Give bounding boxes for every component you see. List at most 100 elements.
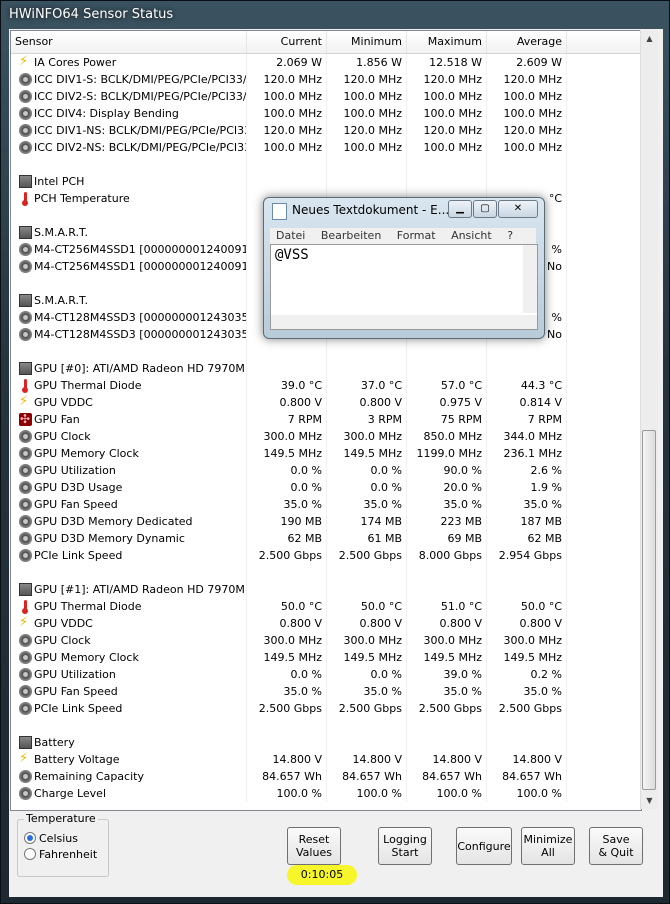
notepad-horizontal-scrollbar[interactable] [271,315,537,329]
sensor-name: Intel PCH [34,175,85,188]
current-value: 100.0 MHz [247,139,327,156]
table-row[interactable]: Battery [11,734,641,751]
sensor-name-cell [11,717,247,734]
current-value: 100.0 MHz [247,88,327,105]
sensor-name: Battery [34,736,75,749]
table-row[interactable]: ICC DIV1-S: BCLK/DMI/PEG/PCIe/PCI33/... 1… [11,71,641,88]
menu-ansicht[interactable]: Ansicht [451,229,492,242]
current-value: 120.0 MHz [247,122,327,139]
column-sensor[interactable]: Sensor [11,31,247,53]
logging-start-button[interactable]: Logging Start [378,827,432,865]
average-value: 300.0 MHz [487,632,567,649]
table-row[interactable]: Battery Voltage14.800 V14.800 V14.800 V1… [11,751,641,768]
sensor-name-cell: GPU Thermal Diode [11,377,247,394]
sensor-name-cell: GPU Thermal Diode [11,598,247,615]
disk-icon [19,787,32,800]
table-row[interactable]: GPU Memory Clock 149.5 MHz 149.5 MHz 149.5 … [11,649,641,666]
table-row[interactable]: GPU Thermal Diode 50.0 °C 50.0 °C 51.0 °C 50… [11,598,641,615]
table-row[interactable] [11,156,641,173]
table-row[interactable]: GPU Fan Speed 35.0 % 35.0 % 35.0 % 35.0 % [11,683,641,700]
table-row[interactable]: GPU Fan Speed 35.0 % 35.0 % 35.0 % 35.0 % [11,496,641,513]
average-value: 0.2 % [487,666,567,683]
table-row[interactable]: GPU Clock 300.0 MHz 300.0 MHz 300.0 MHz 300.… [11,632,641,649]
menu-help[interactable]: ? [507,229,513,242]
table-row[interactable] [11,717,641,734]
current-value: 35.0 % [247,496,327,513]
sensor-name-cell: ICC DIV2-NS: BCLK/DMI/PEG/PCIe/PCI33... [11,139,247,156]
minimum-value: 2.500 Gbps [327,700,407,717]
menu-datei[interactable]: Datei [276,229,305,242]
close-icon[interactable]: ✕ [498,200,538,218]
table-row[interactable]: Charge Level 100.0 % 100.0 % 100.0 % 100.0 % [11,785,641,802]
table-row[interactable] [11,564,641,581]
table-row[interactable]: GPU Fan7 RPM3 RPM75 RPM7 RPM [11,411,641,428]
table-row[interactable]: GPU [#1]: ATI/AMD Radeon HD 7970M (... [11,581,641,598]
maximize-icon[interactable]: ▢ [473,200,497,218]
table-row[interactable]: GPU Thermal Diode 39.0 °C 37.0 °C 57.0 °C 44… [11,377,641,394]
sensor-name-cell: M4-CT256M4SSD1 [00000000124009179... [11,241,247,258]
minimize-icon[interactable]: ▁ [448,200,472,218]
maximum-value: 100.0 MHz [407,88,487,105]
vertical-scrollbar[interactable]: ▲ ▼ [640,30,658,809]
table-row[interactable]: Remaining Capacity 84.657 Wh 84.657 Wh 84.6… [11,768,641,785]
sensor-name-cell: GPU Clock [11,632,247,649]
table-row[interactable]: GPU D3D Memory Dedicated 190 MB 174 MB 223 … [11,513,641,530]
column-average[interactable]: Average [487,31,567,53]
table-row[interactable]: GPU VDDC0.800 V0.800 V0.975 V0.814 V [11,394,641,411]
table-row[interactable]: GPU Clock 300.0 MHz 300.0 MHz 850.0 MHz 344.… [11,428,641,445]
table-row[interactable]: GPU Utilization 0.0 % 0.0 % 39.0 % 0.2 % [11,666,641,683]
configure-button[interactable]: Configure [456,827,512,865]
table-row[interactable]: ICC DIV1-NS: BCLK/DMI/PEG/PCIe/PCI33... 1… [11,122,641,139]
sensor-name-cell [11,343,247,360]
save-quit-button[interactable]: Save & Quit [589,827,643,865]
average-value [487,734,567,751]
menu-bearbeiten[interactable]: Bearbeiten [321,229,381,242]
table-row[interactable]: IA Cores Power 2.069 W1.856 W12.518 W2.60… [11,54,641,71]
table-row[interactable]: GPU D3D Usage 0.0 % 0.0 % 20.0 % 1.9 % [11,479,641,496]
table-row[interactable]: GPU D3D Memory Dynamic 62 MB 61 MB 69 MB 62 … [11,530,641,547]
notepad-vertical-scrollbar[interactable] [523,245,537,313]
table-row[interactable]: GPU Memory Clock 149.5 MHz 149.5 MHz 1199.0… [11,445,641,462]
table-row[interactable]: ICC DIV2-NS: BCLK/DMI/PEG/PCIe/PCI33... 1… [11,139,641,156]
average-value [487,343,567,360]
current-value: 62 MB [247,530,327,547]
reset-values-button[interactable]: Reset Values [287,827,341,865]
maximum-value: 12.518 W [407,54,487,71]
average-value: 100.0 MHz [487,139,567,156]
scroll-thumb[interactable] [642,430,656,790]
maximum-value [407,156,487,173]
table-row[interactable]: ICC DIV4: Display Bending 100.0 MHz 100.0 … [11,105,641,122]
table-row[interactable]: PCIe Link Speed 2.500 Gbps 2.500 Gbps 2.500… [11,700,641,717]
notepad-editor[interactable]: @VSS [270,244,538,330]
celsius-radio[interactable]: Celsius [24,832,104,846]
table-row[interactable]: GPU [#0]: ATI/AMD Radeon HD 7970M (... [11,360,641,377]
column-minimum[interactable]: Minimum [327,31,407,53]
maximum-value: 100.0 % [407,785,487,802]
sensor-name-cell [11,207,247,224]
disk-icon [19,141,32,154]
maximum-value [407,343,487,360]
notepad-window[interactable]: Neues Textdokument - E... ▁ ▢ ✕ Datei Bear… [263,197,545,339]
maximum-value [407,717,487,734]
minimum-value: 84.657 Wh [327,768,407,785]
fahrenheit-radio[interactable]: Fahrenheit [24,848,104,862]
table-row[interactable] [11,343,641,360]
scroll-up-arrow-icon[interactable]: ▲ [641,30,658,47]
column-maximum[interactable]: Maximum [407,31,487,53]
scroll-down-arrow-icon[interactable]: ▼ [641,792,658,809]
minimum-value: 14.800 V [327,751,407,768]
table-row[interactable]: PCIe Link Speed 2.500 Gbps 2.500 Gbps 8.000… [11,547,641,564]
notepad-icon [272,203,287,220]
table-row[interactable]: Intel PCH [11,173,641,190]
notepad-text[interactable]: @VSS [275,247,309,263]
sensor-name: PCIe Link Speed [34,549,123,562]
table-row[interactable]: GPU Utilization 0.0 % 0.0 % 90.0 % 2.6 % [11,462,641,479]
table-row[interactable]: ICC DIV2-S: BCLK/DMI/PEG/PCIe/PCI33/... 1… [11,88,641,105]
sensor-name: Charge Level [34,787,107,800]
minimize-all-button[interactable]: Minimize All [521,827,575,865]
sensor-name: GPU Thermal Diode [34,600,142,613]
sensor-name: ICC DIV2-NS: BCLK/DMI/PEG/PCIe/PCI33... [34,141,247,154]
table-row[interactable]: GPU VDDC0.800 V0.800 V0.800 V0.800 V [11,615,641,632]
column-current[interactable]: Current [247,31,327,53]
menu-format[interactable]: Format [397,229,436,242]
